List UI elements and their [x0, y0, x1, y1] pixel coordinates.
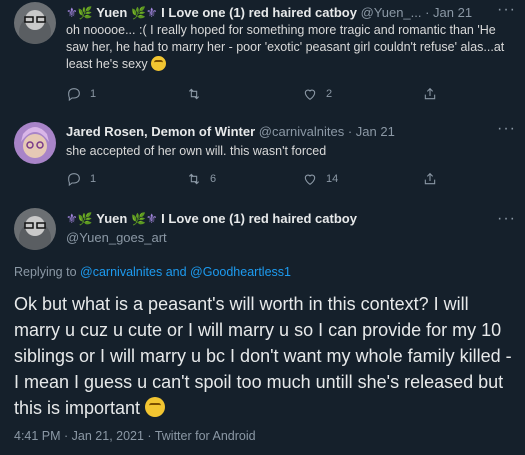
- display-name[interactable]: Yuen: [96, 211, 127, 226]
- main-tweet: ⚜🌿 Yuen 🌿⚜ I Love one (1) red haired cat…: [0, 200, 525, 455]
- like-icon: [304, 174, 316, 185]
- fleur-icon: ⚜: [145, 5, 158, 20]
- like-count: 14: [326, 173, 339, 185]
- fleur-icon: ⚜: [145, 211, 158, 226]
- more-icon[interactable]: ···: [497, 210, 516, 228]
- avatar[interactable]: [14, 208, 56, 250]
- share-icon: [424, 87, 436, 100]
- retweet-icon: [188, 173, 200, 185]
- tweet-2[interactable]: Jared Rosen, Demon of Winter @carnivalni…: [0, 118, 525, 198]
- relieved-face-icon: [151, 56, 167, 71]
- display-name[interactable]: Yuen: [96, 5, 127, 20]
- fleur-icon: ⚜: [66, 5, 78, 20]
- share-icon: [424, 172, 436, 185]
- tweet-1[interactable]: ⚜🌿 Yuen 🌿⚜ I Love one (1) red haired cat…: [0, 0, 525, 108]
- reply-button[interactable]: 1: [66, 171, 96, 187]
- display-name[interactable]: Jared Rosen, Demon of Winter: [66, 124, 255, 139]
- fleur-icon: ⚜: [66, 211, 78, 226]
- retweet-button[interactable]: 6: [186, 171, 216, 187]
- leaf-icon: 🌿: [130, 6, 146, 20]
- like-button[interactable]: 14: [302, 171, 338, 187]
- like-icon: [304, 89, 316, 100]
- like-count: 2: [326, 88, 333, 100]
- tweet-date[interactable]: · Jan 21: [425, 5, 472, 20]
- leaf-icon: 🌿: [77, 6, 93, 20]
- retweet-count: 6: [210, 173, 217, 185]
- tweet-header: ⚜🌿 Yuen 🌿⚜ I Love one (1) red haired cat…: [66, 211, 357, 227]
- reply-button[interactable]: 1: [66, 86, 96, 102]
- retweet-button[interactable]: [186, 86, 210, 102]
- share-button[interactable]: [422, 86, 438, 102]
- tweet-date[interactable]: · Jan 21: [348, 124, 395, 139]
- leaf-icon: 🌿: [77, 212, 93, 226]
- rolling-eyes-icon: [145, 397, 166, 417]
- more-icon[interactable]: ···: [497, 120, 516, 138]
- handle[interactable]: @carnivalnites: [259, 124, 344, 139]
- tweet-actions: 1 2: [66, 86, 516, 104]
- tweet-header: ⚜🌿 Yuen 🌿⚜ I Love one (1) red haired cat…: [66, 5, 472, 21]
- main-tweet-text: Ok but what is a peasant's will worth in…: [14, 294, 512, 418]
- display-name-suffix[interactable]: I Love one (1) red haired catboy: [161, 5, 357, 20]
- mention-link[interactable]: @carnivalnites: [80, 265, 162, 279]
- more-icon[interactable]: ···: [497, 1, 516, 19]
- display-name-suffix[interactable]: I Love one (1) red haired catboy: [161, 211, 357, 226]
- share-button[interactable]: [422, 171, 438, 187]
- reply-count: 1: [90, 88, 97, 100]
- handle[interactable]: @Yuen_goes_art: [66, 230, 167, 245]
- leaf-icon: 🌿: [130, 212, 146, 226]
- reply-count: 1: [90, 173, 97, 185]
- retweet-icon: [188, 88, 200, 100]
- tweet-text: oh nooooe... :( I really hoped for somet…: [66, 23, 505, 71]
- avatar[interactable]: [14, 2, 56, 44]
- tweet-timestamp[interactable]: 4:41 PM · Jan 21, 2021 · Twitter for And…: [14, 429, 256, 443]
- tweet-text: she accepted of her own will. this wasn'…: [66, 144, 327, 158]
- replying-to: Replying to @carnivalnites and @Goodhear…: [14, 265, 291, 279]
- mention-and: and: [165, 265, 187, 279]
- like-button[interactable]: 2: [302, 86, 332, 102]
- reply-icon: [68, 173, 80, 187]
- mention-link[interactable]: @Goodheartless1: [190, 265, 291, 279]
- tweet-actions: 1 6 14: [66, 171, 516, 189]
- tweet-header: Jared Rosen, Demon of Winter @carnivalni…: [66, 124, 395, 139]
- avatar[interactable]: [14, 122, 56, 164]
- handle[interactable]: @Yuen_...: [361, 5, 422, 20]
- reply-icon: [68, 88, 80, 102]
